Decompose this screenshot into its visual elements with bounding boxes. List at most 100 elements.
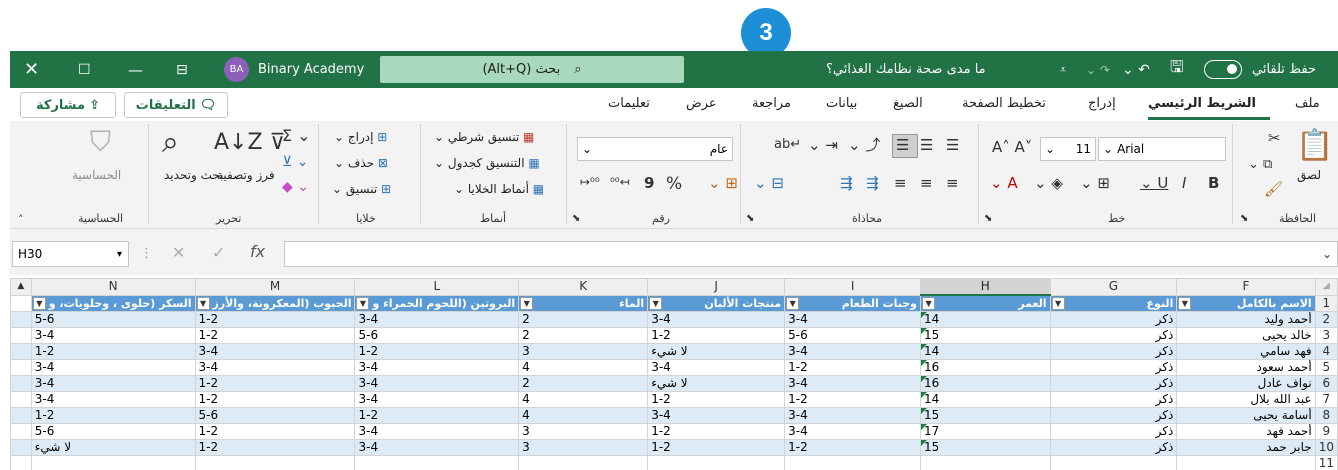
tab-insert[interactable]: إدراج [1088, 90, 1116, 118]
cell-i[interactable]: 3-4 [784, 375, 922, 392]
filter-dropdown-icon[interactable]: ▼ [649, 296, 663, 310]
align-top-icon[interactable]: ☰ [946, 138, 959, 153]
cell-j[interactable]: لا شيء [647, 343, 786, 360]
cell-f[interactable]: أسامة يحيى [1176, 407, 1316, 424]
column-header-j[interactable]: J [647, 278, 786, 296]
cell-g[interactable]: ذكر [1049, 327, 1178, 344]
cell-h[interactable]: 15 [920, 407, 1051, 424]
cell-m[interactable]: 1-2 [194, 423, 356, 440]
share-button[interactable]: ⇪ مشاركة [20, 92, 116, 118]
column-header-n[interactable]: N [30, 278, 196, 296]
cell-h[interactable]: 14 [920, 311, 1051, 328]
bold-icon[interactable]: B [1208, 176, 1219, 191]
cell-i[interactable]: 1-2 [784, 439, 922, 456]
cell-g[interactable]: ذكر [1049, 343, 1178, 360]
cancel-entry-icon[interactable]: ✕ [172, 245, 185, 261]
cell-h[interactable]: 14 [920, 343, 1051, 360]
italic-icon[interactable]: I [1182, 176, 1186, 191]
cell-g[interactable]: ذكر [1049, 423, 1178, 440]
align-middle-icon[interactable]: ☰ [920, 138, 933, 153]
decrease-decimal-icon[interactable]: ↦⁰⁰ [580, 176, 600, 188]
cell-k[interactable]: 4 [518, 391, 649, 408]
clear-icon[interactable]: ◆ ⌄ [282, 180, 309, 194]
copy-icon[interactable]: ⌄ ⧉ [1248, 158, 1272, 171]
avatar[interactable]: BA [224, 57, 249, 82]
fill-icon[interactable]: ⊻ ⌄ [282, 155, 308, 169]
insert-function-icon[interactable]: fx [250, 244, 265, 260]
cell-f[interactable]: فهد سامي [1176, 343, 1316, 360]
tab-page-layout[interactable]: تخطيط الصفحة [962, 90, 1046, 118]
column-header-k[interactable]: K [518, 278, 649, 296]
tab-help[interactable]: تعليمات [608, 90, 650, 118]
confirm-entry-icon[interactable]: ✓ [212, 245, 225, 261]
cell-g[interactable]: ذكر [1049, 359, 1178, 376]
filter-dropdown-icon[interactable]: ▼ [922, 297, 936, 310]
cell-i[interactable]: 1-2 [784, 391, 922, 408]
column-header-f[interactable]: F [1176, 278, 1316, 296]
scroll-up-icon[interactable]: ▲ [10, 278, 32, 296]
cell-g[interactable]: ذكر [1049, 439, 1178, 456]
cell-l[interactable]: 3-4 [354, 423, 520, 440]
cell-h[interactable]: 14 [920, 391, 1051, 408]
cell-m[interactable]: 3-4 [194, 359, 356, 376]
align-left-icon[interactable]: ≡ [894, 176, 907, 191]
align-center-icon[interactable]: ≡ [920, 176, 933, 191]
cell-g[interactable]: ذكر [1049, 391, 1178, 408]
cell-k[interactable]: 4 [518, 359, 649, 376]
ribbon-display-icon[interactable]: ⊟ [176, 51, 188, 88]
cell-f[interactable]: جابر حمد [1176, 439, 1316, 456]
autosum-icon[interactable]: Σ ⌄ [282, 128, 311, 144]
cell-j[interactable]: 1-2 [647, 423, 786, 440]
cell-l[interactable]: 5-6 [354, 327, 520, 344]
cell-j[interactable]: 3-4 [647, 359, 786, 376]
cell-n[interactable]: 3-4 [30, 327, 196, 344]
underline-icon[interactable]: ⌄ U [1140, 176, 1168, 191]
cell-i[interactable]: 5-6 [784, 327, 922, 344]
filter-dropdown-icon[interactable]: ▼ [1051, 296, 1065, 310]
row-header[interactable]: 11 [1314, 455, 1338, 470]
increase-decimal-icon[interactable]: ⁰⁰↤ [610, 176, 630, 188]
comma-style-icon[interactable]: 9 [644, 176, 654, 191]
cell-k[interactable]: 2 [518, 327, 649, 344]
cell-n[interactable]: لا شيء [30, 439, 196, 456]
increase-font-icon[interactable]: A˄ A˅ [992, 140, 1032, 155]
fill-color-icon[interactable]: ⌄ ◈ [1034, 176, 1063, 191]
format-as-table-button[interactable]: ▦ التنسيق كجدول ⌄ [434, 156, 540, 170]
decrease-indent-icon[interactable]: ⇶ [840, 176, 853, 191]
column-header-i[interactable]: I [784, 278, 922, 296]
number-launcher-icon[interactable]: ⬊ [572, 214, 580, 224]
table-header-cell[interactable]: ▼ منتجات الألبان [647, 294, 786, 312]
tab-file[interactable]: ملف [1295, 90, 1320, 118]
cell-n[interactable] [30, 455, 196, 470]
cell-m[interactable]: 3-4 [194, 343, 356, 360]
cell-n[interactable]: 5-6 [30, 423, 196, 440]
table-header-cell[interactable]: ▼ البروتين (اللحوم الحمراء و [354, 294, 520, 312]
cell-g[interactable]: ذكر [1049, 375, 1178, 392]
filter-dropdown-icon[interactable]: ▼ [1178, 296, 1192, 310]
cell-f[interactable] [1176, 455, 1316, 470]
find-select-button[interactable]: بحث وتحديد [164, 168, 224, 182]
table-header-cell[interactable]: ▼ السكر (حلوى ، وحلويات، و [30, 294, 196, 312]
row-header[interactable]: 9 [1314, 423, 1338, 440]
tab-home[interactable]: الشريط الرئيسي [1148, 90, 1256, 118]
cell-n[interactable]: 3-4 [30, 359, 196, 376]
conditional-formatting-button[interactable]: ▦ تنسيق شرطي ⌄ [434, 130, 534, 144]
cell-m[interactable]: 1-2 [194, 327, 356, 344]
cell-l[interactable]: 1-2 [354, 343, 520, 360]
row-header[interactable]: 7 [1314, 391, 1338, 408]
spreadsheet-grid[interactable]: ▲ N M L K J I H G F ◢ ▼ السكر (حلوى ، وحلويات، و ▼ الح… [10, 278, 1338, 470]
cut-icon[interactable]: ✂ [1268, 131, 1281, 146]
cell-f[interactable]: خالد يحيى [1176, 327, 1316, 344]
cell-f[interactable]: عبد الله بلال [1176, 391, 1316, 408]
cell-l[interactable]: 3-4 [354, 359, 520, 376]
format-cells-button[interactable]: ⊞ تنسيق ⌄ [332, 182, 391, 196]
autosave-toggle[interactable] [1204, 60, 1242, 79]
font-name-select[interactable]: ⌄ Arial [1098, 137, 1226, 161]
sort-filter-button[interactable]: فرز وتصفية [217, 168, 275, 182]
cell-g[interactable]: ذكر [1049, 311, 1178, 328]
tab-formulas[interactable]: الصيغ [893, 90, 923, 118]
cell-m[interactable] [194, 455, 356, 470]
filter-dropdown-icon[interactable]: ▼ [520, 296, 534, 310]
save-icon[interactable]: 🖫 [1170, 51, 1184, 88]
maximize-icon[interactable]: ☐ [78, 51, 91, 88]
